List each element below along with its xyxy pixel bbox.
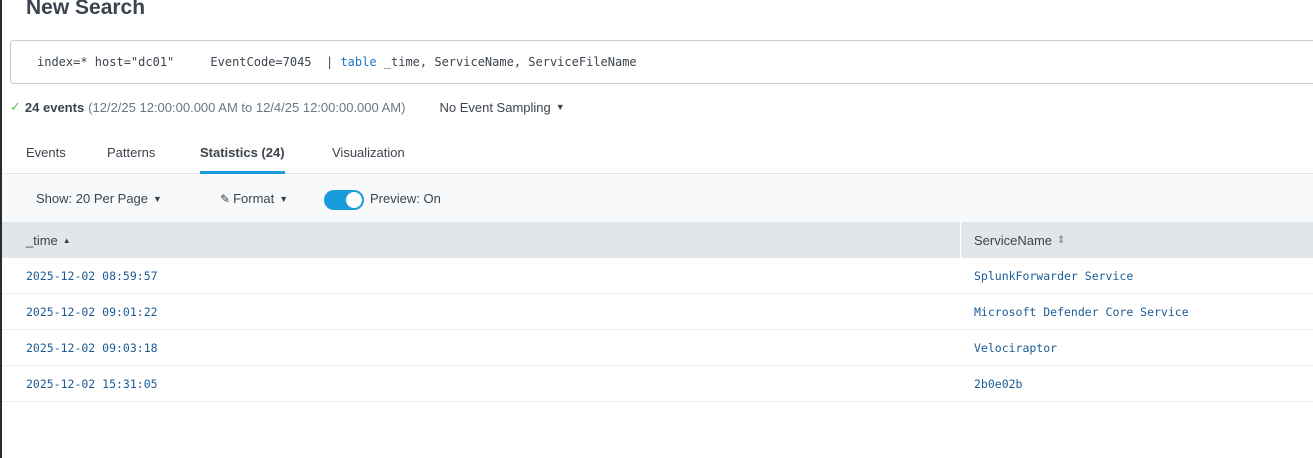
query-prefix: index=* host="dc01" EventCode=7045 | [37, 55, 341, 69]
column-label-time: _time [26, 233, 58, 248]
sort-icon: ⇕ [1057, 235, 1066, 246]
column-label-service-name: ServiceName [974, 233, 1053, 248]
table-header: _time ▲ ServiceName ⇕ [2, 222, 1313, 258]
table-row: 2025-12-02 08:59:57 SplunkForwarder Serv… [2, 258, 1313, 294]
event-sampling-label: No Event Sampling [439, 99, 551, 115]
cell-service-name[interactable]: SplunkForwarder Service [974, 269, 1133, 283]
result-tabs: Events Patterns Statistics (24) Visualiz… [2, 138, 1313, 174]
cell-service-name[interactable]: Velociraptor [974, 341, 1057, 355]
query-command: table [340, 55, 377, 69]
per-page-label: Show: 20 Per Page [36, 191, 149, 206]
table-row: 2025-12-02 15:31:05 2b0e02b [2, 366, 1313, 402]
cell-time[interactable]: 2025-12-02 09:01:22 [26, 305, 158, 319]
tab-events[interactable]: Events [26, 144, 66, 174]
cell-service-name[interactable]: Microsoft Defender Core Service [974, 305, 1189, 319]
cell-time[interactable]: 2025-12-02 08:59:57 [26, 269, 158, 283]
event-sampling-dropdown[interactable]: No Event Sampling ▼ [439, 100, 564, 115]
statistics-table: _time ▲ ServiceName ⇕ 2025-12-02 08:59:5… [2, 222, 1313, 402]
preview-label: Preview: On [370, 191, 441, 206]
time-range: (12/2/25 12:00:00.000 AM to 12/4/25 12:0… [88, 99, 406, 115]
caret-down-icon: ▼ [153, 193, 162, 204]
event-count[interactable]: 24 events [25, 100, 84, 115]
pencil-icon: ✎ [220, 191, 231, 206]
app-frame: New Search index=* host="dc01" EventCode… [0, 0, 1313, 458]
tab-patterns[interactable]: Patterns [107, 144, 155, 174]
preview-toggle[interactable] [324, 190, 364, 210]
cell-time[interactable]: 2025-12-02 09:03:18 [26, 341, 158, 355]
sort-ascending-icon: ▲ [62, 236, 71, 245]
results-toolbar: Show: 20 Per Page ▼ ✎ Format ▼ Preview: … [2, 175, 1313, 222]
search-input[interactable]: index=* host="dc01" EventCode=7045 | tab… [10, 40, 1313, 84]
column-header-time[interactable]: _time ▲ [26, 233, 71, 248]
format-label: Format [233, 191, 275, 206]
table-row: 2025-12-02 09:03:18 Velociraptor [2, 330, 1313, 366]
caret-down-icon: ▼ [555, 102, 565, 112]
table-row: 2025-12-02 09:01:22 Microsoft Defender C… [2, 294, 1313, 330]
search-status: ✓ 24 events (12/2/25 12:00:00.000 AM to … [10, 96, 565, 118]
caret-down-icon: ▼ [279, 193, 289, 204]
query-suffix: _time, ServiceName, ServiceFileName [376, 55, 637, 69]
search-query[interactable]: index=* host="dc01" EventCode=7045 | tab… [37, 55, 637, 69]
check-icon: ✓ [10, 99, 21, 114]
tab-statistics[interactable]: Statistics (24) [200, 144, 285, 174]
page-title: New Search [26, 0, 146, 19]
column-divider [960, 222, 961, 258]
format-dropdown[interactable]: ✎ Format ▼ [220, 191, 288, 206]
cell-service-name[interactable]: 2b0e02b [974, 377, 1022, 391]
toggle-knob [346, 192, 362, 208]
per-page-dropdown[interactable]: Show: 20 Per Page ▼ [36, 191, 162, 206]
column-header-service-name[interactable]: ServiceName ⇕ [974, 233, 1065, 248]
tab-visualization[interactable]: Visualization [332, 144, 405, 174]
cell-time[interactable]: 2025-12-02 15:31:05 [26, 377, 158, 391]
